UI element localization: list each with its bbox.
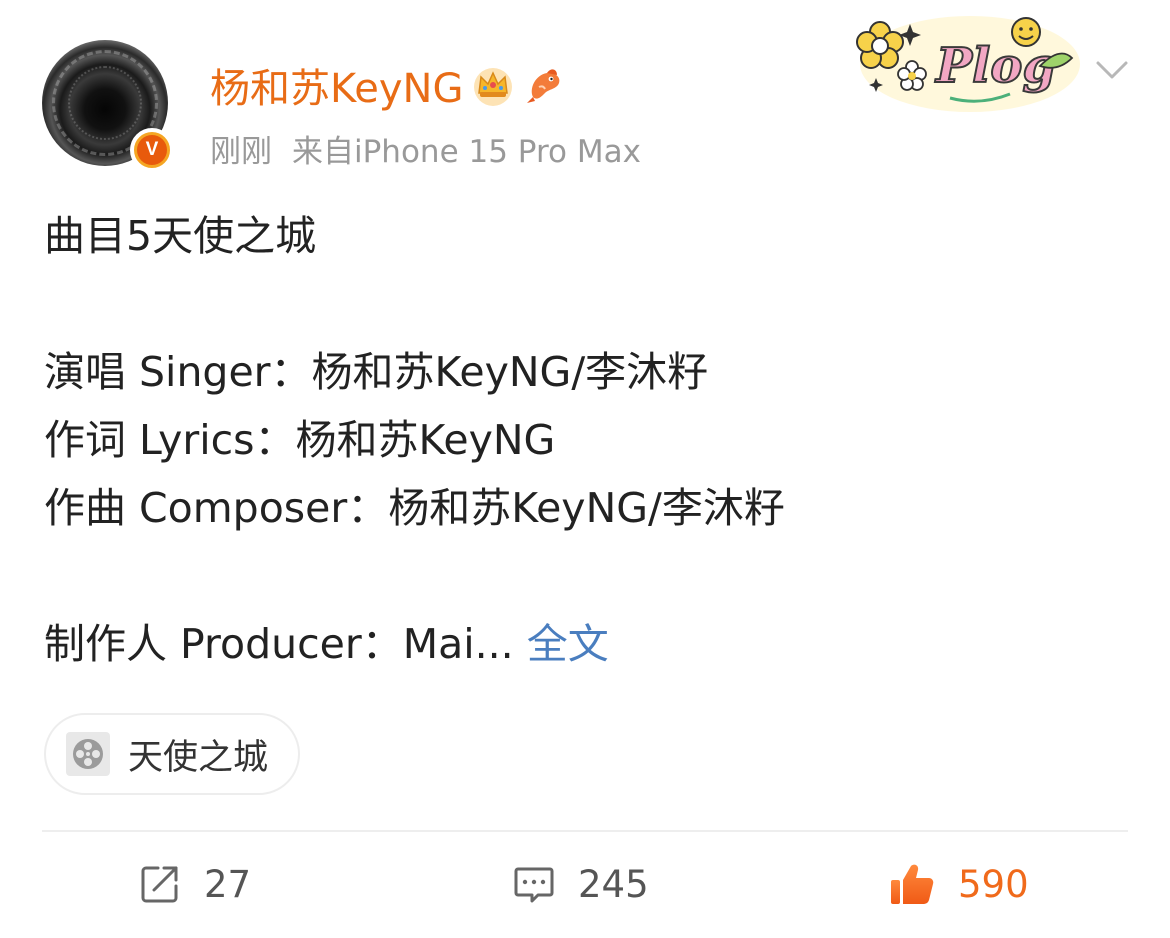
full-text-link[interactable]: 全文 (527, 620, 609, 668)
avatar-texture-inner (68, 66, 142, 140)
chevron-down-icon[interactable] (1092, 50, 1132, 90)
post-content: 曲目5天使之城 演唱 Singer：杨和苏KeyNG/李沐籽 作词 Lyrics… (44, 202, 1134, 678)
post-line-composer: 作曲 Composer：杨和苏KeyNG/李沐籽 (44, 484, 785, 532)
topic-label: 天使之城 (128, 737, 269, 778)
repost-button[interactable]: 27 (138, 856, 251, 912)
repost-count: 27 (204, 862, 252, 906)
username-row[interactable]: 杨和苏KeyNG (210, 56, 567, 114)
divider (42, 830, 1128, 832)
username[interactable]: 杨和苏KeyNG (210, 56, 463, 114)
verified-badge: V (130, 128, 174, 172)
svg-text:Plog: Plog (934, 38, 1056, 94)
fish-icon (527, 69, 560, 103)
like-count: 590 (958, 862, 1029, 906)
plog-sticker: Plog (856, 16, 1080, 112)
timestamp: 刚刚 (210, 134, 272, 170)
post-source: 来自iPhone 15 Pro Max (292, 134, 641, 170)
repost-icon (141, 866, 178, 903)
comment-button[interactable]: 245 (512, 856, 649, 912)
verified-v-label: V (137, 135, 167, 165)
film-reel-icon (66, 732, 110, 776)
post-line-singer: 演唱 Singer：杨和苏KeyNG/李沐籽 (44, 348, 709, 396)
avatar[interactable]: V (42, 40, 174, 172)
producer-text: 制作人 Producer：Mai... (44, 620, 514, 668)
post-line-title: 曲目5天使之城 (44, 212, 317, 260)
topic-chip[interactable]: 天使之城 (44, 713, 301, 795)
like-button[interactable]: 590 (888, 856, 1029, 912)
thumbs-up-icon (891, 864, 934, 904)
comment-count: 245 (578, 862, 649, 906)
crown-icon (474, 68, 513, 106)
weibo-post: V 杨和苏KeyNG 刚刚 来自iPhone 15 Pro Max Plog 曲… (0, 0, 1170, 938)
post-line-lyrics: 作词 Lyrics：杨和苏KeyNG (44, 416, 556, 464)
post-line-producer: 制作人 Producer：Mai... 全文 (44, 610, 1134, 678)
post-meta: 刚刚 来自iPhone 15 Pro Max (210, 126, 641, 171)
comment-icon (514, 867, 554, 903)
